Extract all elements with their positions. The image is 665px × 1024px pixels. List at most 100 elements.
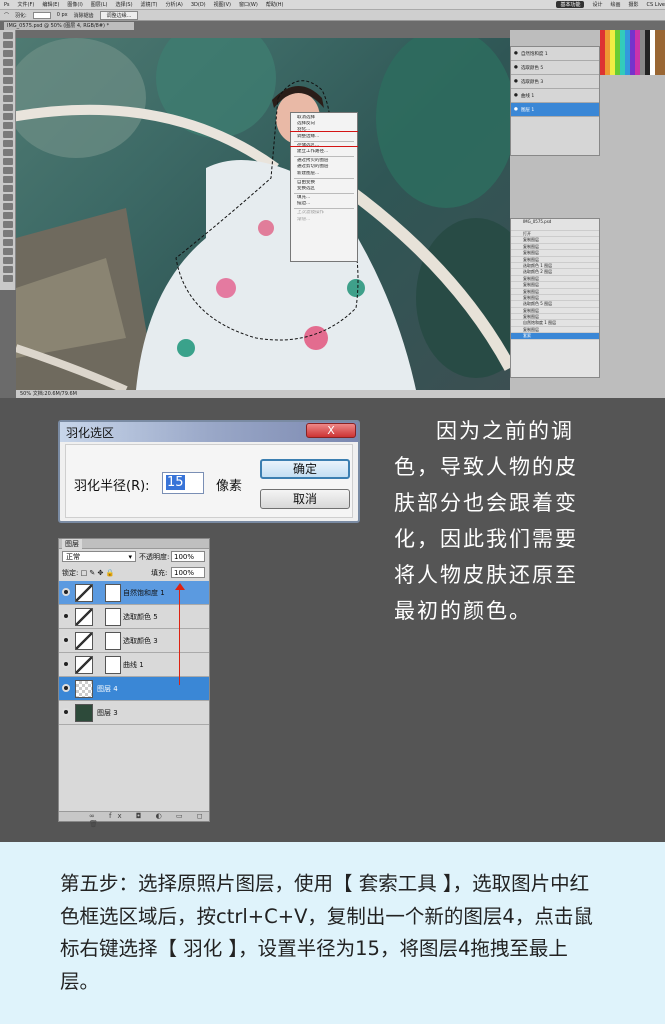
workspace-button[interactable]: 设计 (592, 1, 602, 8)
blend-mode-value: 正常 (66, 553, 80, 561)
eye-icon[interactable] (62, 684, 70, 692)
tool-icon[interactable] (2, 104, 13, 111)
layer-action-icons[interactable]: ∞ fx ◘ ◐ ▭ ◻ 🗑 (89, 812, 209, 828)
eye-icon[interactable] (62, 588, 70, 596)
tool-icon[interactable] (2, 230, 13, 237)
feather-input[interactable] (32, 11, 51, 19)
menu-item[interactable]: 视图(V) (214, 1, 231, 8)
mini-layer-row[interactable]: ● 曲线 1 (511, 89, 599, 103)
tool-icon[interactable] (2, 140, 13, 147)
opacity-label: 不透明度: (139, 553, 170, 561)
menu-item[interactable]: 选择(S) (115, 1, 132, 8)
eye-icon[interactable] (62, 612, 70, 620)
tool-icon[interactable] (2, 59, 13, 66)
context-menu-item[interactable]: 调整边缘... (291, 134, 357, 140)
layer-row[interactable]: 选取颜色 5 (59, 605, 209, 629)
tool-icon[interactable] (2, 158, 13, 165)
menu-item[interactable]: 文件(F) (18, 1, 35, 8)
tool-icon[interactable] (2, 194, 13, 201)
menu-item[interactable]: 分析(A) (166, 1, 183, 8)
history-document[interactable]: IMG_0575.psd (511, 219, 599, 231)
dialog-title: 羽化选区 (66, 426, 115, 440)
layer-row[interactable]: 图层 3 (59, 701, 209, 725)
tool-icon[interactable] (2, 248, 13, 255)
eye-icon[interactable] (62, 708, 70, 716)
eye-icon[interactable]: ● (514, 93, 518, 98)
menu-item[interactable]: 窗口(W) (239, 1, 258, 8)
tool-icon[interactable] (2, 203, 13, 210)
tool-icon[interactable] (2, 185, 13, 192)
tool-icon[interactable] (2, 122, 13, 129)
radius-input[interactable]: 15 (162, 472, 204, 494)
cancel-button[interactable]: 取消 (260, 489, 350, 509)
menu-item[interactable]: 图像(I) (67, 1, 82, 8)
lasso-tool-icon[interactable]: ⌒ (4, 12, 9, 19)
tool-icon[interactable] (2, 68, 13, 75)
chevron-down-icon: ▾ (128, 553, 132, 561)
tool-icon[interactable] (2, 95, 13, 102)
context-menu-item[interactable]: 建立工作路径... (291, 149, 357, 155)
workspace-button[interactable]: 基本功能 (556, 1, 585, 8)
workspace-button[interactable]: 绘画 (611, 1, 621, 8)
layer-row[interactable]: 自然饱和度 1 (59, 581, 209, 605)
tool-icon[interactable] (2, 266, 13, 273)
context-menu-item[interactable]: 变换选区 (291, 186, 357, 192)
photo-canvas[interactable] (16, 38, 510, 390)
layer-row[interactable]: 图层 4 (59, 677, 209, 701)
eye-icon[interactable]: ● (514, 107, 518, 112)
radius-label: 羽化半径(R): (74, 479, 150, 494)
ok-button[interactable]: 确定 (260, 459, 350, 479)
mini-layer-row[interactable]: ● 选取颜色 5 (511, 61, 599, 75)
mini-layer-row[interactable]: ● 图层 1 (511, 103, 599, 117)
tool-icon[interactable] (2, 41, 13, 48)
tool-icon[interactable] (2, 50, 13, 57)
lock-controls: 锁定: □ ✎ ✥ 🔒 (62, 568, 114, 578)
menu-bar: Ps 文件(F) 编辑(E) 图像(I) 图层(L) 选择(S) 滤镜(T) 分析(A) 3D(… (0, 0, 665, 10)
layer-row[interactable]: 选取颜色 3 (59, 629, 209, 653)
close-button[interactable]: X (306, 423, 356, 438)
context-menu-item[interactable]: 新建图层... (291, 171, 357, 177)
document-tab[interactable]: IMG_0575.psd @ 50% (图层 4, RGB/8#) * (4, 22, 134, 30)
tool-icon[interactable] (2, 149, 13, 156)
mini-layer-row[interactable]: ● 自然饱和度 1 (511, 47, 599, 61)
menu-item[interactable]: 3D(D) (191, 2, 206, 8)
layers-title-bar: 图层 (59, 539, 209, 549)
menu-item[interactable]: 帮助(H) (266, 1, 284, 8)
menu-item[interactable]: 滤镜(T) (141, 1, 158, 8)
context-menu-item[interactable]: 描边... (291, 201, 357, 207)
tool-icon[interactable] (2, 77, 13, 84)
tool-icon[interactable] (2, 257, 13, 264)
eye-icon[interactable]: ● (514, 51, 518, 56)
tool-icon[interactable] (2, 131, 13, 138)
tool-icon[interactable] (2, 176, 13, 183)
antialias-checkbox[interactable]: 消除锯齿 (74, 12, 94, 19)
workspace-button[interactable]: 摄影 (629, 1, 639, 8)
blend-mode-select[interactable]: 正常 ▾ (62, 551, 136, 562)
tool-icon[interactable] (2, 212, 13, 219)
layer-row[interactable]: 曲线 1 (59, 653, 209, 677)
swatches-panel[interactable] (600, 30, 665, 75)
opacity-input[interactable]: 100% (171, 551, 205, 562)
lock-icons[interactable]: □ ✎ ✥ 🔒 (81, 569, 115, 577)
tool-icon[interactable] (2, 221, 13, 228)
tool-icon[interactable] (2, 275, 13, 282)
menu-item[interactable]: 图层(L) (91, 1, 108, 8)
tool-icon[interactable] (2, 167, 13, 174)
mini-layer-row[interactable]: ● 选取颜色 3 (511, 75, 599, 89)
tool-icon[interactable] (2, 86, 13, 93)
eye-icon[interactable] (62, 660, 70, 668)
cs-live-button[interactable]: CS Live (647, 2, 665, 8)
fill-input[interactable]: 100% (171, 567, 205, 578)
menu-separator (294, 208, 354, 210)
refine-edge-button[interactable]: 调整边缘... (99, 10, 139, 20)
eye-icon[interactable]: ● (514, 79, 518, 84)
tool-icon[interactable] (2, 239, 13, 246)
tool-icon[interactable] (2, 32, 13, 39)
menu-item[interactable]: 编辑(E) (42, 1, 59, 8)
eye-icon[interactable] (62, 636, 70, 644)
history-item[interactable]: 套索 (511, 333, 599, 340)
adjustment-icon (75, 632, 93, 650)
eye-icon[interactable]: ● (514, 65, 518, 70)
tool-icon[interactable] (2, 113, 13, 120)
tab-layers[interactable]: 图层 (62, 539, 82, 549)
